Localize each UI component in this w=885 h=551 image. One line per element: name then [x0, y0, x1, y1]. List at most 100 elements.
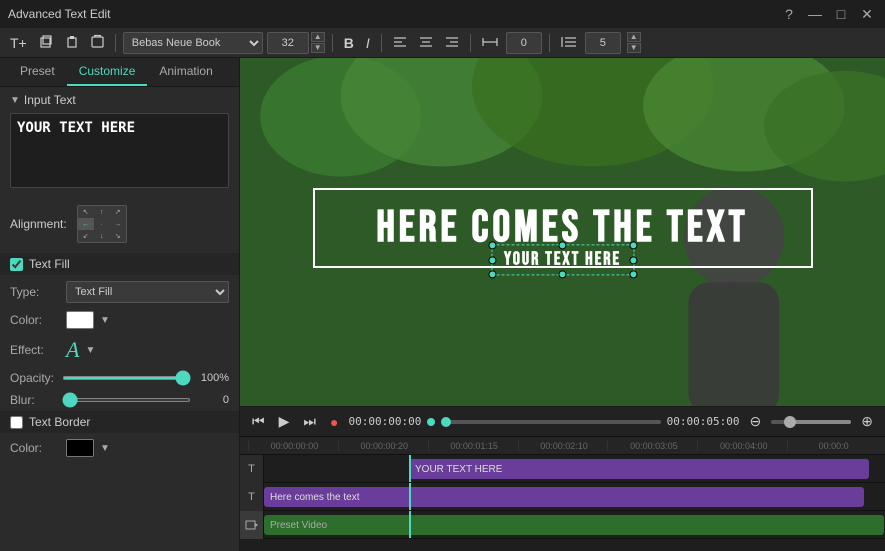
type-select[interactable]: Text Fill [66, 281, 229, 303]
align-right-button[interactable] [441, 33, 463, 53]
record-button[interactable]: ● [326, 412, 342, 432]
align-center-button[interactable] [415, 33, 437, 53]
text-border-label: Text Border [29, 415, 90, 429]
align-left-button[interactable] [389, 33, 411, 53]
align-top-center[interactable]: ↑ [94, 206, 110, 218]
step-forward-button[interactable]: ⏭ [299, 411, 320, 432]
zoom-thumb[interactable] [784, 416, 796, 428]
playhead-line-3 [409, 511, 411, 538]
preview-small-text[interactable]: YOUR TEXT HERE [491, 244, 634, 275]
window-controls: ? — □ ✕ [779, 4, 877, 24]
divider-4 [470, 34, 471, 52]
align-bot-left[interactable]: ↙ [78, 230, 94, 242]
divider-5 [549, 34, 550, 52]
minimize-button[interactable]: — [805, 4, 825, 24]
align-right-icon [445, 36, 459, 48]
preview-small-text-label: YOUR TEXT HERE [504, 249, 621, 270]
copy-button[interactable] [35, 32, 57, 53]
font-select[interactable]: Bebas Neue Book [123, 32, 263, 54]
playback-bar: ⏮ ▶ ⏭ ● 00:00:00:00 00:00:05:00 ⊖ ⊕ [240, 406, 885, 436]
input-text-header[interactable]: ▼ Input Text [10, 93, 229, 107]
left-panel: Preset Customize Animation ▼ Input Text … [0, 58, 240, 551]
italic-button[interactable]: I [362, 33, 374, 53]
effect-button[interactable]: A [66, 337, 79, 363]
font-size-down[interactable]: ▼ [311, 43, 325, 53]
text-border-checkbox[interactable] [10, 416, 23, 429]
align-mid-left[interactable]: ← [78, 218, 94, 230]
tab-preset[interactable]: Preset [8, 58, 67, 86]
clip-here-comes[interactable]: Here comes the text [264, 487, 864, 507]
help-button[interactable]: ? [779, 4, 799, 24]
maximize-button[interactable]: □ [831, 4, 851, 24]
effect-icon: A [66, 337, 79, 362]
handle-bl [488, 270, 496, 278]
track-2-content[interactable]: Here comes the text [264, 483, 885, 510]
tab-animation[interactable]: Animation [147, 58, 224, 86]
paste-button[interactable] [61, 32, 83, 53]
effect-label: Effect: [10, 343, 60, 357]
ruler-mark-3: 00:00:02:10 [518, 441, 608, 451]
color-swatch[interactable] [66, 311, 94, 329]
blur-value: 0 [199, 394, 229, 406]
timecode-dot [427, 418, 435, 426]
align-bot-center[interactable]: ↓ [94, 230, 110, 242]
color-label: Color: [10, 313, 60, 327]
line-spacing-down[interactable]: ▼ [627, 43, 641, 53]
align-top-left[interactable]: ↖ [78, 206, 94, 218]
opacity-row: Opacity: 100% [0, 367, 239, 389]
copy-icon [39, 34, 53, 48]
divider-1 [115, 34, 116, 52]
close-button[interactable]: ✕ [857, 4, 877, 24]
line-spacing-icon [561, 36, 577, 48]
alignment-section: Alignment: ↖ ↑ ↗ ← · → ↙ ↓ ↘ [0, 197, 239, 253]
effect-dropdown-arrow[interactable]: ▼ [85, 345, 95, 356]
clip-preset-video[interactable]: Preset Video [264, 515, 884, 535]
clip-text-here[interactable]: YOUR TEXT HERE [409, 459, 869, 479]
border-color-label: Color: [10, 441, 60, 455]
align-bot-right[interactable]: ↘ [110, 230, 126, 242]
toolbar: T+ Bebas Neue Book ▲ ▼ B I [0, 28, 885, 58]
font-size-input[interactable] [267, 32, 309, 54]
border-color-dropdown-arrow[interactable]: ▼ [100, 443, 110, 454]
border-color-row: Color: ▼ [0, 435, 239, 461]
track-1-content[interactable]: YOUR TEXT HERE [264, 455, 885, 482]
current-timecode: 00:00:00:00 [348, 415, 421, 428]
rewind-button[interactable]: ⏮ [248, 411, 269, 432]
input-text-arrow: ▼ [10, 95, 20, 106]
zoom-track[interactable] [771, 420, 851, 424]
progress-track[interactable] [441, 420, 660, 424]
title-bar: Advanced Text Edit ? — □ ✕ [0, 0, 885, 28]
track-1-icon: T [240, 455, 264, 483]
border-color-swatch[interactable] [66, 439, 94, 457]
opacity-slider[interactable] [62, 376, 191, 380]
bold-button[interactable]: B [340, 33, 358, 53]
spacing-value-input[interactable] [506, 32, 542, 54]
handle-bm [559, 270, 567, 278]
line-spacing-up[interactable]: ▲ [627, 32, 641, 42]
spacing-button[interactable] [478, 33, 502, 53]
line-spacing-value-input[interactable] [585, 32, 621, 54]
handle-tl [488, 241, 496, 249]
delete-button[interactable] [87, 32, 108, 53]
input-text-area[interactable]: YOUR TEXT HERE [10, 113, 229, 188]
text-fill-label: Text Fill [29, 257, 70, 271]
play-button[interactable]: ▶ [275, 411, 294, 432]
zoom-in-button[interactable]: ⊕ [857, 411, 877, 432]
handle-mr [629, 256, 637, 264]
tab-customize[interactable]: Customize [67, 58, 148, 86]
align-top-right[interactable]: ↗ [110, 206, 126, 218]
effect-row: Effect: A ▼ [0, 333, 239, 367]
zoom-out-button[interactable]: ⊖ [746, 411, 766, 432]
text-fill-checkbox[interactable] [10, 258, 23, 271]
blur-slider[interactable] [62, 398, 191, 402]
alignment-grid[interactable]: ↖ ↑ ↗ ← · → ↙ ↓ ↘ [77, 205, 127, 243]
track-3-content[interactable]: Preset Video [264, 511, 885, 538]
font-size-up[interactable]: ▲ [311, 32, 325, 42]
add-text-button[interactable]: T+ [6, 33, 31, 53]
track-3-icon [240, 511, 264, 539]
align-mid-right[interactable]: → [110, 218, 126, 230]
tab-bar: Preset Customize Animation [0, 58, 239, 87]
line-spacing-button[interactable] [557, 33, 581, 53]
color-dropdown-arrow[interactable]: ▼ [100, 315, 110, 326]
align-mid-center[interactable]: · [94, 218, 110, 230]
